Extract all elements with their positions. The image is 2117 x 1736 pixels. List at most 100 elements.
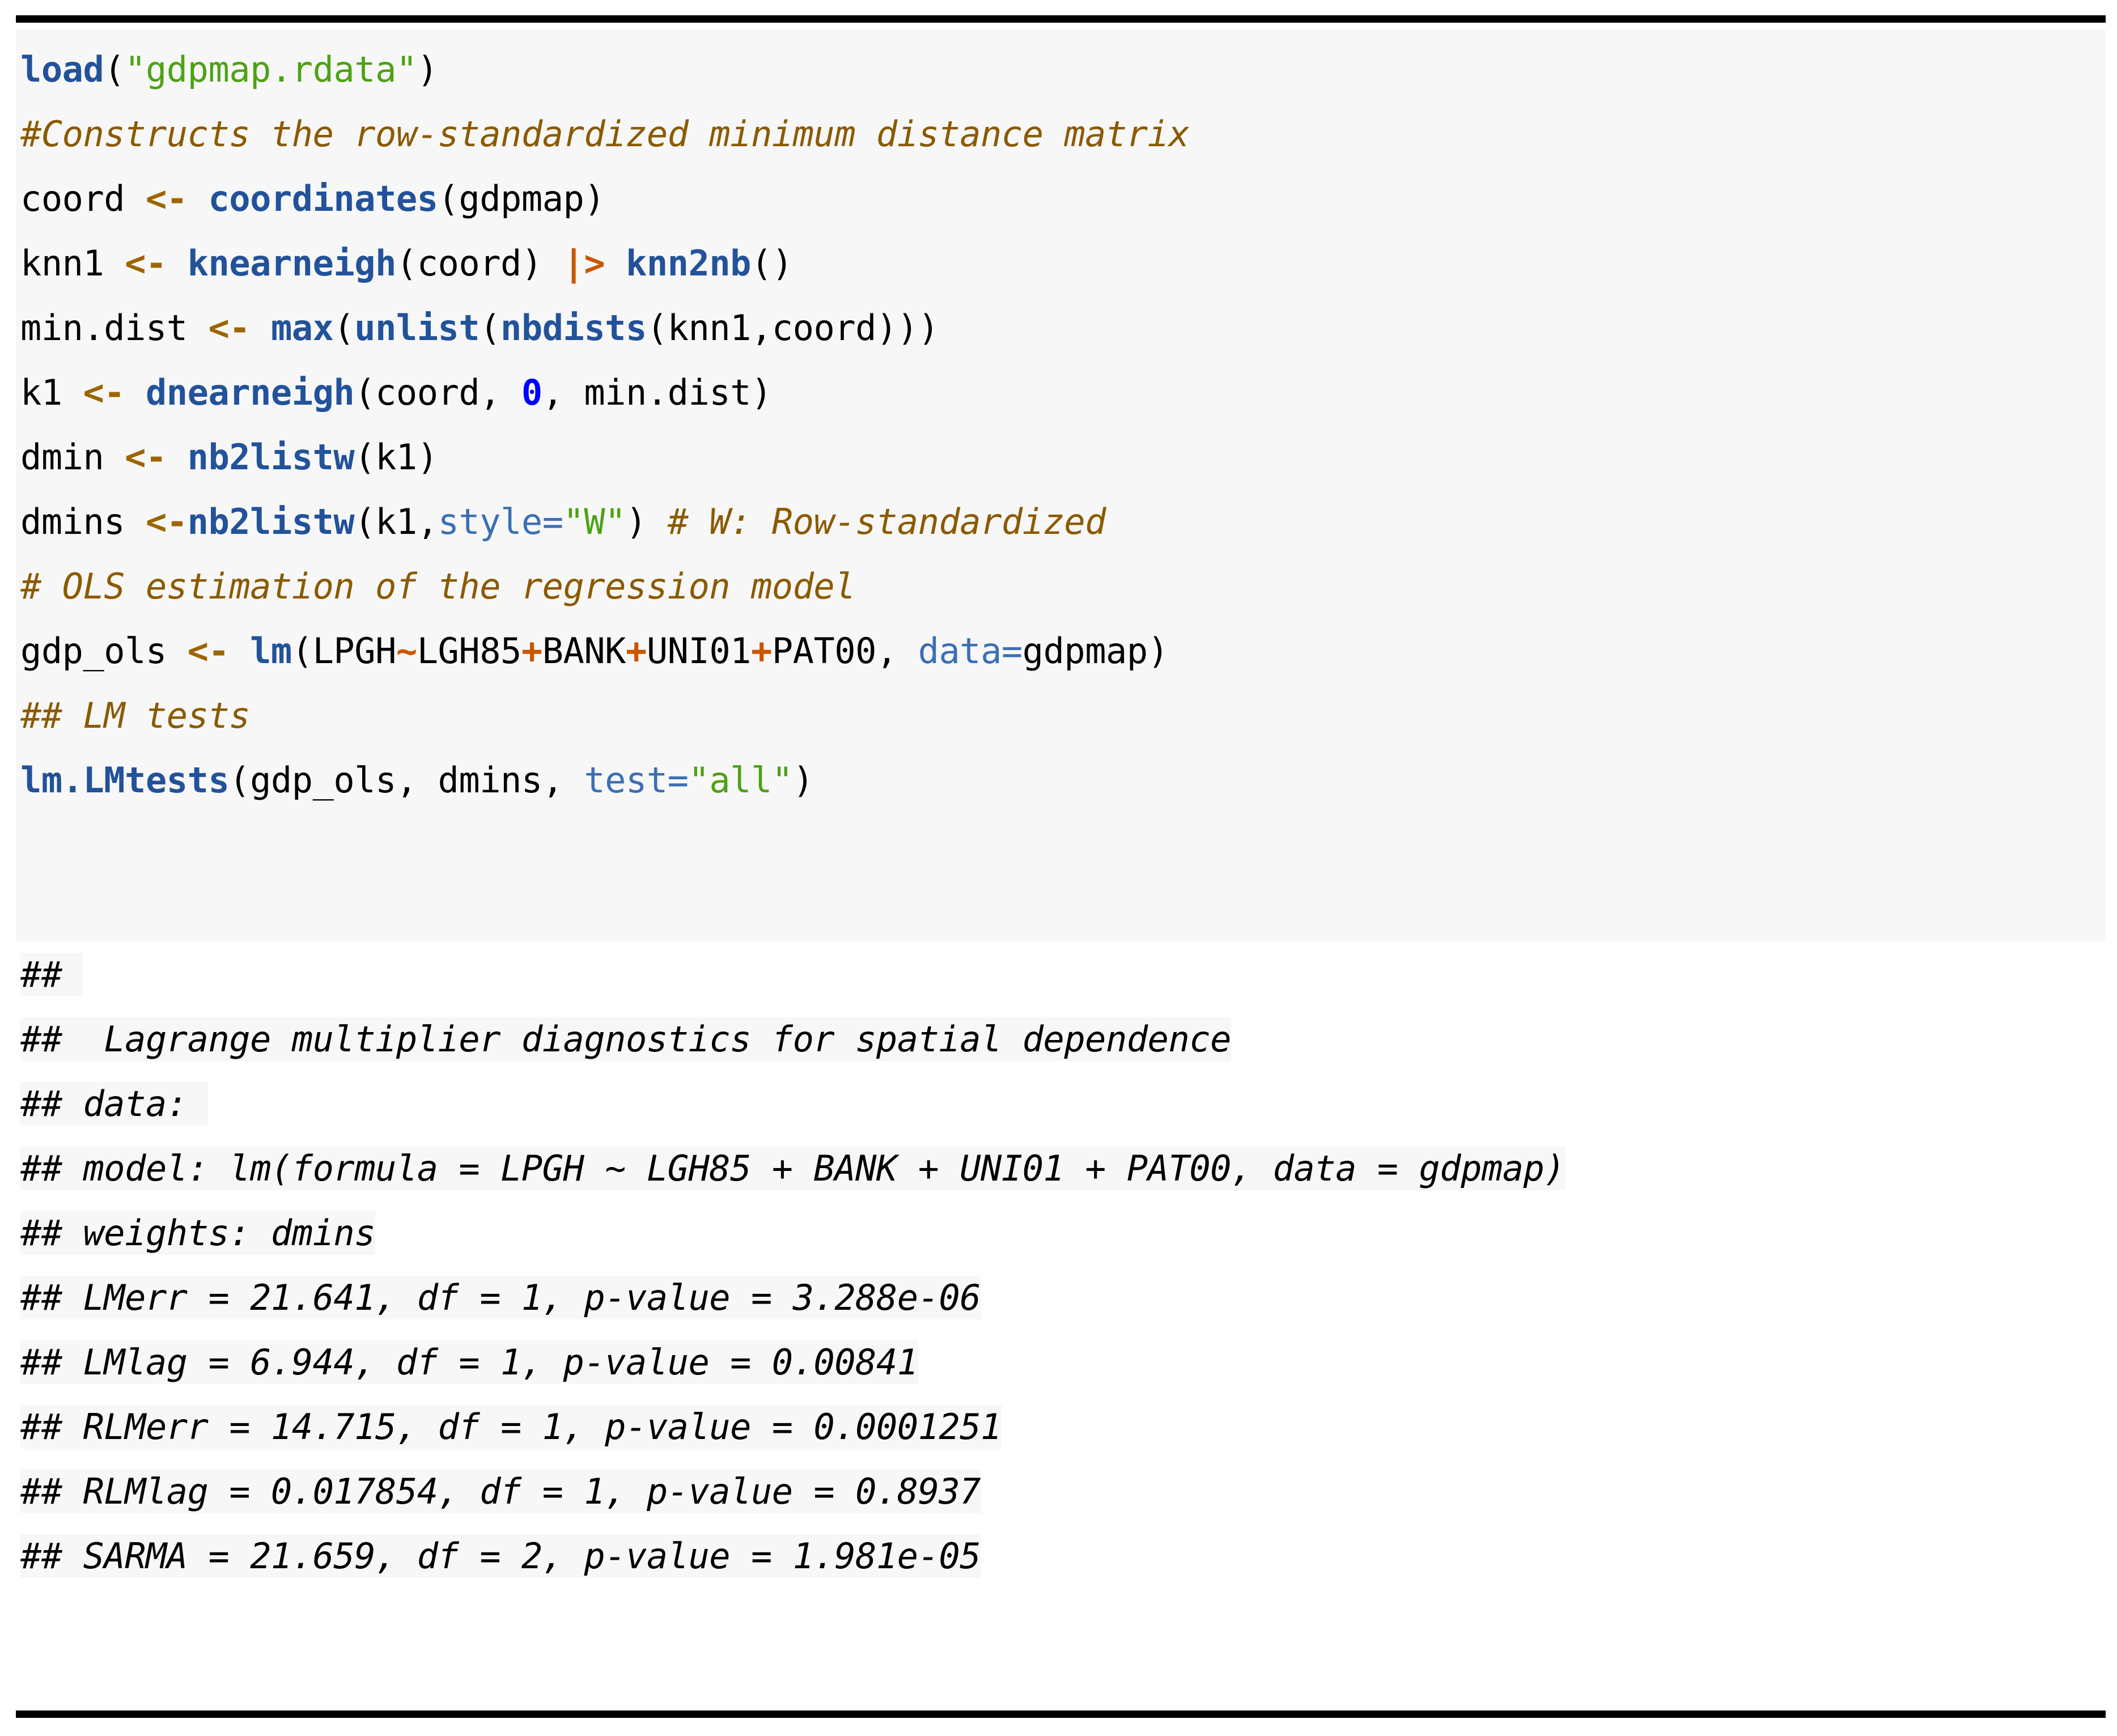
token-num: 0 — [521, 372, 542, 413]
token-fn: nbdists — [500, 307, 647, 349]
out-model: ## model: lm(formula = LPGH ~ LGH85 + BA… — [20, 1136, 2106, 1201]
token-str: "all" — [688, 759, 793, 801]
token-plain: (LPGH — [291, 630, 397, 672]
token-plain: k1 — [20, 372, 83, 413]
token-asn: <- — [83, 372, 125, 413]
token-plain: coord — [20, 178, 146, 219]
token-fn: unlist — [354, 307, 480, 349]
token-plain: () — [750, 243, 793, 284]
token-arg: data= — [918, 630, 1023, 672]
top-horizontal-rule — [16, 15, 2106, 23]
output-text: ## RLMerr = 14.715, df = 1, p-value = 0.… — [20, 1405, 1002, 1449]
token-op: ~ — [396, 630, 417, 672]
token-plain: BANK — [542, 630, 626, 672]
token-plain: UNI01 — [646, 630, 752, 672]
bottom-horizontal-rule — [16, 1710, 2106, 1718]
token-plain: (gdpmap) — [438, 178, 605, 219]
token-plain: ( — [480, 307, 501, 349]
line-dmins[interactable]: dmins <-nb2listw(k1,style="W") # W: Row-… — [20, 490, 2106, 554]
token-fn: knn2nb — [626, 243, 751, 284]
line-k1[interactable]: k1 <- dnearneigh(coord, 0, min.dist) — [20, 360, 2106, 425]
output-text: ## data: — [20, 1082, 209, 1126]
line-dmin[interactable]: dmin <- nb2listw(k1) — [20, 425, 2106, 490]
token-asn: <- — [145, 501, 188, 542]
token-op: + — [626, 630, 647, 672]
token-plain: LGH85 — [417, 630, 522, 672]
token-plain: ) — [792, 759, 814, 801]
token-plain: , min.dist) — [542, 372, 773, 413]
token-plain: ( — [333, 307, 355, 349]
output-text: ## LMlag = 6.944, df = 1, p-value = 0.00… — [20, 1340, 918, 1384]
token-fn: nb2listw — [187, 501, 355, 542]
out-lmerr: ## LMerr = 21.641, df = 1, p-value = 3.2… — [20, 1266, 2106, 1330]
token-cmt: ## LM tests — [20, 695, 251, 736]
token-str: "gdpmap.rdata" — [125, 49, 417, 90]
output-text: ## Lagrange multiplier diagnostics for s… — [20, 1017, 1231, 1061]
token-asn: <- — [187, 630, 230, 672]
line-comment-2[interactable]: # OLS estimation of the regression model — [20, 554, 2106, 619]
token-fn: coordinates — [208, 178, 438, 219]
out-rlmlag: ## RLMlag = 0.017854, df = 1, p-value = … — [20, 1459, 2106, 1524]
code-listing-page: load("gdpmap.rdata") #Constructs the row-… — [0, 0, 2117, 1736]
token-plain: (coord, — [354, 372, 521, 413]
line-coord[interactable]: coord <- coordinates(gdpmap) — [20, 167, 2106, 231]
output-text: ## LMerr = 21.641, df = 1, p-value = 3.2… — [20, 1276, 981, 1319]
token-plain: min.dist — [20, 307, 209, 349]
output-text: ## weights: dmins — [20, 1211, 376, 1255]
token-op: + — [750, 630, 772, 672]
token-fn: knearneigh — [187, 243, 397, 284]
token-arg: style= — [438, 501, 563, 542]
token-asn: <- — [125, 243, 167, 284]
token-str: "W" — [563, 501, 626, 542]
line-mindist[interactable]: min.dist <- max(unlist(nbdists(knn1,coor… — [20, 296, 2106, 360]
token-plain: (knn1,coord))) — [646, 307, 939, 349]
token-pipe: |> — [563, 243, 605, 284]
token-plain: dmin — [20, 436, 125, 478]
token-plain: (gdp_ols, dmins, — [229, 759, 584, 801]
token-plain: dmins — [20, 501, 146, 542]
out-rlmerr: ## RLMerr = 14.715, df = 1, p-value = 0.… — [20, 1395, 2106, 1459]
line-comment-1[interactable]: #Constructs the row-standardized minimum… — [20, 102, 2106, 167]
r-console-output: ## ## Lagrange multiplier diagnostics fo… — [16, 943, 2106, 1708]
token-plain: ) — [417, 49, 438, 90]
out-blank: ## — [20, 943, 2106, 1007]
token-plain: (k1, — [354, 501, 438, 542]
token-fn: dnearneigh — [145, 372, 355, 413]
token-fn: load — [20, 49, 104, 90]
line-load[interactable]: load("gdpmap.rdata") — [20, 37, 2106, 102]
output-text: ## model: lm(formula = LPGH ~ LGH85 + BA… — [20, 1147, 1566, 1190]
token-plain: knn1 — [20, 243, 125, 284]
output-text: ## SARMA = 21.659, df = 2, p-value = 1.9… — [20, 1534, 981, 1578]
token-plain: ) — [626, 501, 668, 542]
output-text: ## — [20, 953, 83, 996]
token-plain: ( — [104, 49, 125, 90]
output-text: ## RLMlag = 0.017854, df = 1, p-value = … — [20, 1470, 981, 1513]
line-comment-3[interactable]: ## LM tests — [20, 684, 2106, 748]
token-fn: nb2listw — [187, 436, 355, 478]
token-plain: (k1) — [354, 436, 438, 478]
token-fn: lm — [250, 630, 292, 672]
token-plain: gdp_ols — [20, 630, 188, 672]
token-plain: (coord) — [396, 243, 563, 284]
token-plain: gdpmap) — [1022, 630, 1169, 672]
token-cmt: #Constructs the row-standardized minimum… — [20, 113, 1190, 155]
token-asn: <- — [145, 178, 188, 219]
line-knn1[interactable]: knn1 <- knearneigh(coord) |> knn2nb() — [20, 231, 2106, 296]
r-code-chunk[interactable]: load("gdpmap.rdata") #Constructs the row-… — [16, 29, 2106, 941]
token-cmt: # W: Row-standardized — [667, 501, 1106, 542]
token-plain: PAT00, — [771, 630, 918, 672]
out-lmlag: ## LMlag = 6.944, df = 1, p-value = 0.00… — [20, 1330, 2106, 1395]
token-op: + — [521, 630, 542, 672]
line-lmtests[interactable]: lm.LMtests(gdp_ols, dmins, test="all") — [20, 748, 2106, 813]
token-asn: <- — [208, 307, 251, 349]
token-arg: test= — [584, 759, 689, 801]
token-asn: <- — [125, 436, 167, 478]
line-gdpols[interactable]: gdp_ols <- lm(LPGH~LGH85+BANK+UNI01+PAT0… — [20, 619, 2106, 684]
out-weights: ## weights: dmins — [20, 1201, 2106, 1266]
